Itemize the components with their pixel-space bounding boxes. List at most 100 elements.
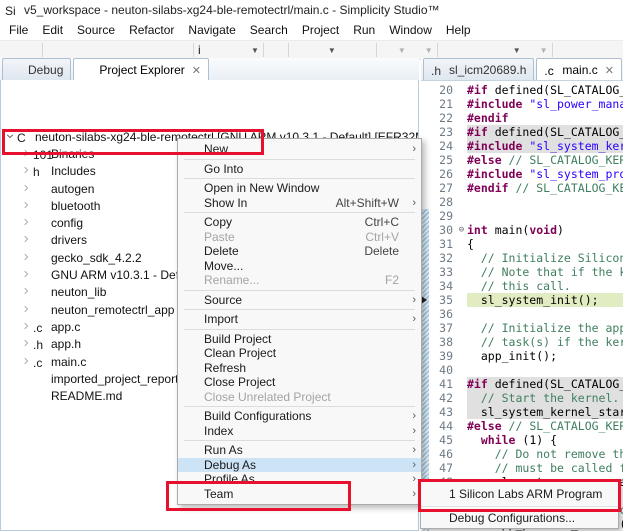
forward-history-button[interactable]	[459, 42, 477, 59]
new-wizard-button[interactable]: ▼	[310, 42, 337, 59]
view-menu-button[interactable]	[363, 61, 379, 78]
chevron-right-icon[interactable]	[19, 337, 33, 351]
menu-item-import[interactable]: Import›	[178, 312, 421, 327]
menu-help[interactable]: Help	[439, 21, 478, 39]
view-menu-icon	[364, 63, 378, 77]
chevron-right-icon[interactable]	[19, 285, 33, 299]
code-line: 40	[421, 363, 623, 377]
chevron-right-icon[interactable]	[19, 251, 33, 265]
step-over-button[interactable]	[154, 42, 172, 59]
code-text: // must be called from the super loop.	[467, 461, 623, 475]
chevron-right-icon[interactable]	[19, 303, 33, 317]
collapse-all-button[interactable]	[287, 61, 303, 78]
code-text: app_init();	[467, 349, 623, 363]
tab-main-c[interactable]: .cmain.c✕	[536, 58, 622, 81]
submenu-item-1-silicon-labs-arm-program[interactable]: 1 Silicon Labs ARM Program	[421, 482, 618, 506]
menu-item-build-project[interactable]: Build Project	[178, 332, 421, 347]
menu-item-debug-as[interactable]: Debug As›	[178, 458, 421, 473]
chevron-right-icon[interactable]	[19, 182, 33, 196]
menu-refactor[interactable]: Refactor	[122, 21, 181, 39]
menu-file[interactable]: File	[2, 21, 35, 39]
minimize-button[interactable]	[382, 61, 398, 78]
submenu-arrow-icon: ›	[407, 197, 416, 209]
maximize-button[interactable]	[401, 61, 417, 78]
menu-navigate[interactable]: Navigate	[181, 21, 242, 39]
menu-item-clean-project[interactable]: Clean Project	[178, 346, 421, 361]
menu-project[interactable]: Project	[295, 21, 346, 39]
menu-source[interactable]: Source	[70, 21, 122, 39]
menu-window[interactable]: Window	[382, 21, 439, 39]
submenu-item-debug-configurations[interactable]: Debug Configurations...	[421, 506, 618, 528]
open-folder-button[interactable]	[3, 42, 21, 59]
new-editor-button[interactable]	[556, 42, 574, 59]
dropdown-caret-icon[interactable]: ▼	[425, 46, 433, 55]
code-text: // this call.	[467, 279, 623, 293]
menu-item-run-as[interactable]: Run As›	[178, 443, 421, 458]
dropdown-caret-icon[interactable]: ▼	[398, 46, 406, 55]
menu-item-refresh[interactable]: Refresh	[178, 361, 421, 376]
menu-item-move[interactable]: Move...	[178, 259, 421, 274]
chevron-right-icon[interactable]	[19, 216, 33, 230]
menu-item-go-into[interactable]: Go Into	[178, 162, 421, 177]
launch-refresh-button[interactable]	[215, 42, 233, 59]
h-file-icon: .h	[431, 63, 445, 77]
back-button[interactable]: ▼	[495, 42, 522, 59]
code-line: 21#include "sl_power_manager.h"	[421, 97, 623, 111]
menu-item-team[interactable]: Team›	[178, 487, 421, 502]
chevron-right-icon[interactable]	[19, 233, 33, 247]
chevron-down-icon[interactable]	[3, 130, 17, 144]
terminate-button[interactable]	[100, 42, 118, 59]
dropdown-caret-icon[interactable]: ▼	[251, 46, 259, 55]
focus-view-button[interactable]	[344, 61, 360, 78]
instruction-pointer-button[interactable]: i	[197, 42, 215, 59]
menu-item-build-configurations[interactable]: Build Configurations›	[178, 409, 421, 424]
dropdown-caret-icon[interactable]: ▼	[328, 46, 336, 55]
menu-item-profile-as[interactable]: Profile As›	[178, 472, 421, 487]
menu-item-source[interactable]: Source›	[178, 293, 421, 308]
back-history-button[interactable]	[441, 42, 459, 59]
menu-item-label: Index	[204, 424, 387, 438]
menu-item-show-in[interactable]: Show InAlt+Shift+W›	[178, 196, 421, 211]
menu-item-delete[interactable]: DeleteDelete	[178, 244, 421, 259]
link-with-editor-button[interactable]	[306, 61, 322, 78]
menu-item-label: Build Configurations	[204, 409, 387, 423]
chevron-right-icon[interactable]	[19, 268, 33, 282]
close-icon[interactable]: ✕	[605, 64, 614, 77]
chevron-right-icon[interactable]	[19, 164, 33, 178]
step-into-button[interactable]	[136, 42, 154, 59]
h-file-icon: .h	[33, 337, 47, 351]
last-edit-location-button[interactable]	[477, 42, 495, 59]
chevron-right-icon[interactable]	[19, 147, 33, 161]
tab-sl-icm20689-h[interactable]: .hsl_icm20689.h	[423, 58, 534, 80]
tab-project-explorer[interactable]: Project Explorer✕	[73, 58, 209, 81]
menu-search[interactable]: Search	[243, 21, 295, 39]
gutter-ruler	[421, 125, 429, 139]
debug-bug-button[interactable]: ▼	[233, 42, 260, 59]
menu-separator	[184, 212, 415, 213]
chevron-right-icon[interactable]	[19, 355, 33, 369]
gutter-ruler	[421, 265, 429, 279]
gutter-ruler	[421, 139, 429, 153]
submenu-arrow-icon: ›	[407, 425, 416, 437]
code-area[interactable]: 20#if defined(SL_CATALOG_POWER_MANAGER_P…	[421, 81, 623, 531]
edit-button	[292, 42, 310, 59]
open-resource-button[interactable]	[267, 42, 285, 59]
chevron-right-icon[interactable]	[19, 320, 33, 334]
menu-item-close-project[interactable]: Close Project	[178, 375, 421, 390]
dropdown-caret-icon[interactable]: ▼	[540, 46, 548, 55]
menu-item-copy[interactable]: CopyCtrl+C	[178, 215, 421, 230]
menu-item-index[interactable]: Index ›	[178, 424, 421, 439]
resume-button[interactable]	[64, 42, 82, 59]
close-icon[interactable]: ✕	[192, 64, 201, 77]
submenu-arrow-icon: ›	[407, 143, 416, 155]
menu-edit[interactable]: Edit	[35, 21, 70, 39]
menu-item-new[interactable]: New›	[178, 142, 421, 157]
menu-run[interactable]: Run	[346, 21, 382, 39]
dropdown-caret-icon[interactable]: ▼	[513, 46, 521, 55]
filter-button[interactable]	[325, 61, 341, 78]
menu-item-open-in-new-window[interactable]: Open in New Window	[178, 181, 421, 196]
import-folder-button[interactable]	[21, 42, 39, 59]
tab-debug[interactable]: Debug	[2, 58, 71, 80]
fold-collapse-icon[interactable]: ⊖	[456, 223, 467, 237]
chevron-right-icon[interactable]	[19, 199, 33, 213]
